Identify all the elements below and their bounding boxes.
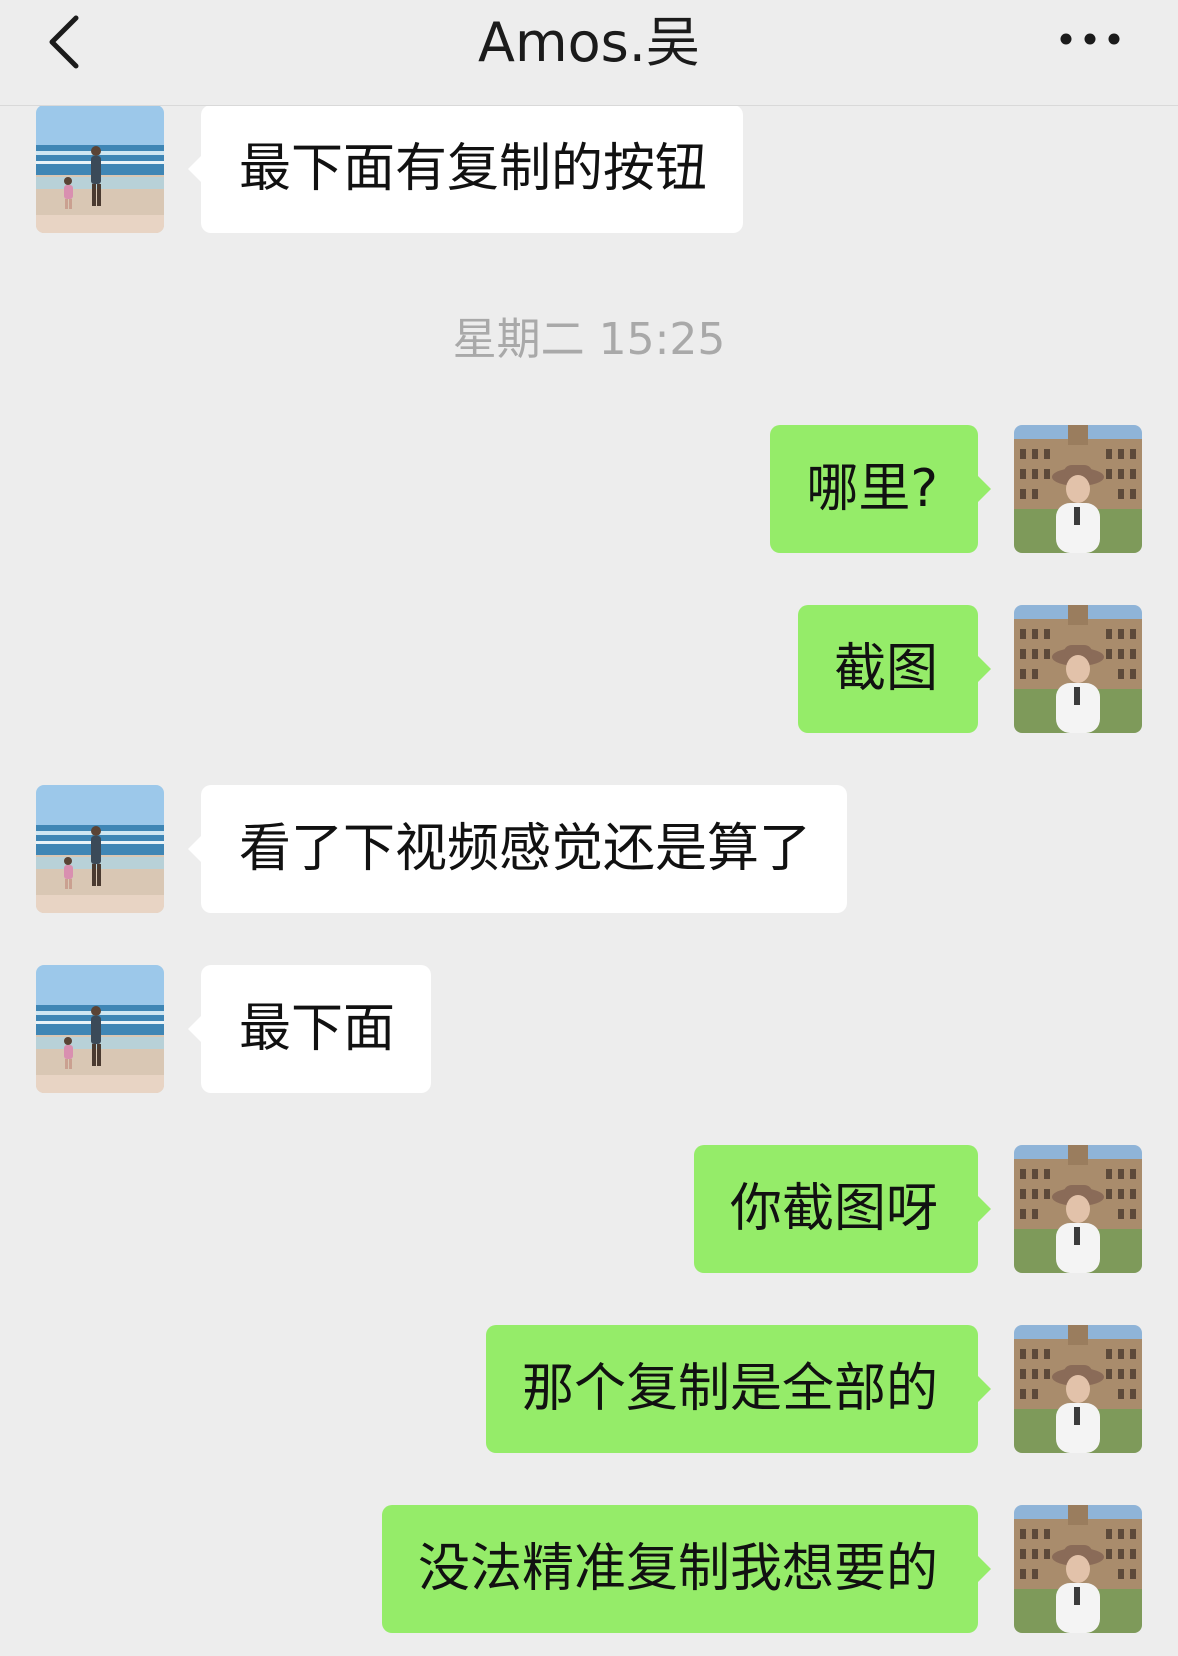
message-bubble-outgoing[interactable]: 你截图呀 — [693, 1145, 992, 1273]
contact-avatar[interactable] — [36, 785, 164, 913]
self-avatar[interactable] — [1014, 1145, 1142, 1273]
contact-avatar[interactable] — [36, 965, 164, 1093]
self-avatar[interactable] — [1014, 1505, 1142, 1633]
message-bubble-outgoing[interactable]: 没法精准复制我想要的 — [381, 1505, 992, 1633]
self-avatar[interactable] — [1014, 1325, 1142, 1453]
message-list: 最下面有复制的按钮 星期二 15:25 哪里? 截图 看了下视频感觉还是算了 最… — [0, 0, 1178, 1656]
chat-header: Amos.吴 — [0, 0, 1178, 106]
message-bubble-incoming[interactable]: 最下面 — [187, 965, 432, 1093]
self-avatar[interactable] — [1014, 605, 1142, 733]
message-bubble-outgoing[interactable]: 那个复制是全部的 — [485, 1325, 992, 1453]
message-bubble-outgoing[interactable]: 哪里? — [770, 425, 991, 553]
message-timestamp: 星期二 15:25 — [452, 314, 726, 365]
message-bubble-incoming[interactable]: 最下面有复制的按钮 — [187, 105, 744, 233]
message-bubble-incoming[interactable]: 看了下视频感觉还是算了 — [187, 785, 848, 913]
contact-avatar[interactable] — [36, 105, 164, 233]
more-button[interactable] — [1050, 14, 1130, 64]
chat-title: Amos.吴 — [478, 11, 700, 74]
self-avatar[interactable] — [1014, 425, 1142, 553]
message-bubble-outgoing[interactable]: 截图 — [797, 605, 992, 733]
more-dots-icon — [1060, 33, 1120, 45]
